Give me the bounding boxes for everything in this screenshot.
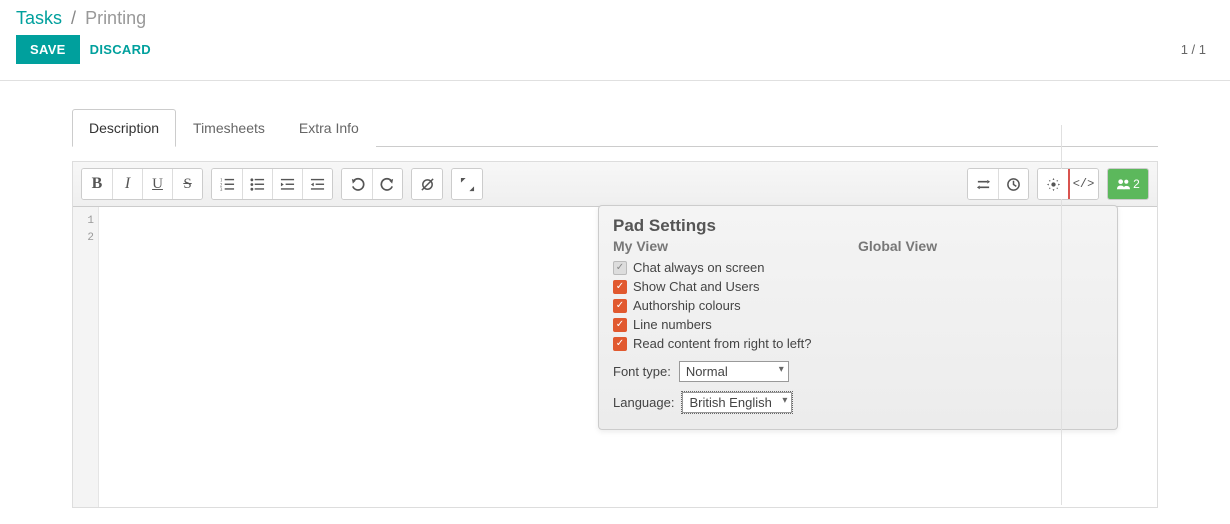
- discard-button[interactable]: DISCARD: [90, 42, 151, 57]
- outdent-button[interactable]: [272, 169, 302, 199]
- breadcrumb-sep: /: [71, 8, 76, 28]
- show-chat-users-checkbox[interactable]: ✓: [613, 280, 627, 294]
- rtl-label: Read content from right to left?: [633, 336, 811, 351]
- bold-button[interactable]: B: [82, 169, 112, 199]
- line-gutter: 1 2: [73, 207, 99, 507]
- breadcrumb-root[interactable]: Tasks: [16, 8, 62, 28]
- line-numbers-label: Line numbers: [633, 317, 712, 332]
- strikethrough-button[interactable]: S: [172, 169, 202, 199]
- rtl-checkbox[interactable]: ✓: [613, 337, 627, 351]
- indent-button[interactable]: [302, 169, 332, 199]
- side-panel-edge: [1061, 125, 1230, 505]
- language-select[interactable]: British English: [682, 392, 792, 413]
- pager: 1 / 1: [1181, 42, 1214, 57]
- pad-editor: B I U S 123: [72, 161, 1158, 508]
- line-numbers-checkbox[interactable]: ✓: [613, 318, 627, 332]
- undo-button[interactable]: [342, 169, 372, 199]
- ordered-list-button[interactable]: 123: [212, 169, 242, 199]
- language-label: Language:: [613, 395, 674, 410]
- font-type-select[interactable]: Normal: [679, 361, 789, 382]
- tab-timesheets[interactable]: Timesheets: [176, 109, 282, 147]
- authorship-label: Authorship colours: [633, 298, 741, 313]
- unordered-list-button[interactable]: [242, 169, 272, 199]
- clear-authorship-button[interactable]: [412, 169, 442, 199]
- chat-always-checkbox[interactable]: ✓: [613, 261, 627, 275]
- my-view-heading: My View: [613, 238, 858, 254]
- fullscreen-button[interactable]: [452, 169, 482, 199]
- settings-title: Pad Settings: [613, 216, 1103, 236]
- chat-always-label: Chat always on screen: [633, 260, 765, 275]
- breadcrumb: Tasks / Printing: [16, 8, 1214, 29]
- breadcrumb-current: Printing: [85, 8, 146, 28]
- import-export-button[interactable]: [968, 169, 998, 199]
- timeslider-button[interactable]: [998, 169, 1028, 199]
- authorship-checkbox[interactable]: ✓: [613, 299, 627, 313]
- tab-extra-info[interactable]: Extra Info: [282, 109, 376, 147]
- tabs: Description Timesheets Extra Info: [72, 109, 1158, 147]
- show-chat-users-label: Show Chat and Users: [633, 279, 759, 294]
- tab-description[interactable]: Description: [72, 109, 176, 147]
- underline-button[interactable]: U: [142, 169, 172, 199]
- svg-text:3: 3: [220, 188, 223, 192]
- settings-popup: Pad Settings My View ✓ Chat always on sc…: [598, 205, 1118, 430]
- font-type-label: Font type:: [613, 364, 671, 379]
- pad-toolbar: B I U S 123: [73, 162, 1157, 207]
- settings-button[interactable]: [1038, 169, 1068, 199]
- redo-button[interactable]: [372, 169, 402, 199]
- italic-button[interactable]: I: [112, 169, 142, 199]
- save-button[interactable]: SAVE: [16, 35, 80, 64]
